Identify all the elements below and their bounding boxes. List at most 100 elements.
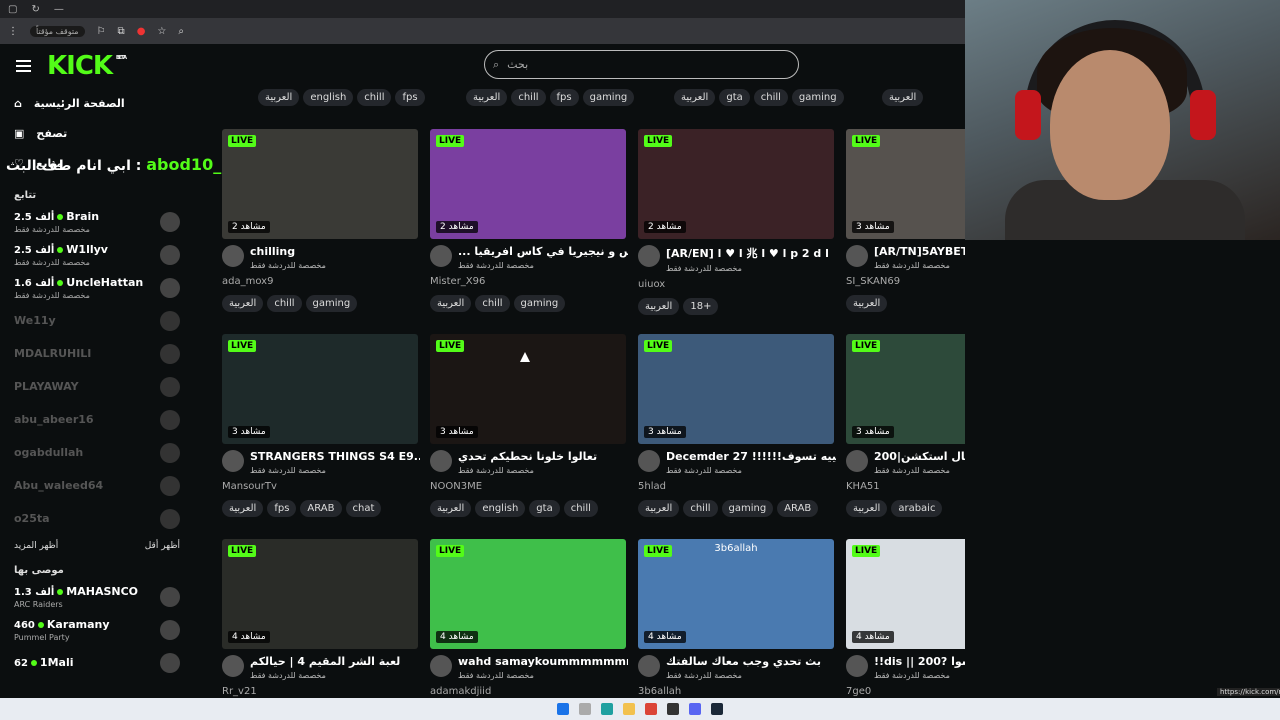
channel-name[interactable]: 7ge0 bbox=[846, 686, 965, 697]
show-more-link[interactable]: أظهر المزيد bbox=[14, 541, 58, 551]
tag[interactable]: العربية bbox=[674, 89, 716, 106]
back-icon[interactable]: ⋮ bbox=[8, 26, 18, 37]
stream-card[interactable]: LIVE 3 مشاهد Decemder 27 !!!!!!هيييييه تسو… bbox=[638, 334, 836, 517]
tag[interactable]: gaming bbox=[791, 89, 844, 106]
discord-icon[interactable] bbox=[689, 703, 701, 715]
tag[interactable]: gaming bbox=[305, 295, 358, 312]
tag[interactable]: gaming bbox=[721, 500, 774, 517]
stream-title[interactable]: [AR/EN] l ♥ l 兆 l ♥ l p 2 d l bbox=[666, 245, 829, 261]
record-icon[interactable]: ● bbox=[137, 26, 146, 37]
channel-name[interactable]: 5hlad bbox=[638, 481, 834, 492]
recommended-channel-item[interactable]: 1.3 ألف MAHASNCO ARC Raiders bbox=[0, 580, 200, 613]
channel-name[interactable]: NOON3ME bbox=[430, 481, 626, 492]
stream-category[interactable]: مخصصة للدردشة فقط bbox=[250, 466, 420, 475]
nav-home[interactable]: ⌂ الصفحة الرئيسية bbox=[0, 88, 200, 118]
channel-name[interactable]: Mister_X96 bbox=[430, 276, 626, 287]
tag[interactable]: chill bbox=[563, 500, 598, 517]
following-channel-item[interactable]: 2.5 ألف W1llyv مخصصة للدردشة فقط bbox=[0, 238, 200, 271]
channel-avatar[interactable] bbox=[638, 450, 660, 472]
following-channel-item[interactable]: o25ta bbox=[0, 502, 200, 535]
channel-name[interactable]: 3b6allah bbox=[638, 686, 834, 697]
kick-logo[interactable]: KICK BETA bbox=[47, 51, 127, 81]
stream-card[interactable]: LIVE 3 مشاهد المهم تعال استكشن|200 مخصصة لل… bbox=[846, 334, 965, 517]
stream-category[interactable]: مخصصة للدردشة فقط bbox=[874, 671, 965, 680]
tag[interactable]: العربية bbox=[638, 500, 680, 517]
channel-avatar[interactable] bbox=[430, 245, 452, 267]
tag[interactable]: chill bbox=[683, 500, 718, 517]
stream-thumbnail[interactable]: LIVE 3 مشاهد bbox=[846, 129, 965, 239]
minimize-icon[interactable]: — bbox=[54, 4, 64, 15]
channel-avatar[interactable] bbox=[222, 655, 244, 677]
stream-thumbnail[interactable]: LIVE 2 مشاهد bbox=[222, 129, 418, 239]
tag[interactable]: 18+ bbox=[683, 298, 719, 315]
channel-name[interactable]: KHA51 bbox=[846, 481, 965, 492]
stream-category[interactable]: مخصصة للدردشة فقط bbox=[666, 466, 836, 475]
chrome-icon[interactable] bbox=[645, 703, 657, 715]
stream-thumbnail[interactable]: LIVE 3 مشاهد bbox=[430, 334, 626, 444]
stream-title[interactable]: تعالوا خلونا نحطيكم تحدي bbox=[458, 450, 597, 463]
stream-category[interactable]: مخصصة للدردشة فقط bbox=[250, 261, 326, 270]
stream-category[interactable]: مخصصة للدردشة فقط bbox=[874, 466, 965, 475]
stream-title[interactable]: بث تحدي وجب معاك سالفتك bbox=[666, 655, 821, 668]
tag[interactable]: العربية bbox=[846, 295, 888, 312]
channel-avatar[interactable] bbox=[430, 450, 452, 472]
stream-category[interactable]: مخصصة للدردشة فقط bbox=[458, 671, 628, 680]
channel-name[interactable]: Rr_v21 bbox=[222, 686, 418, 697]
stream-category[interactable]: مخصصة للدردشة فقط bbox=[458, 261, 628, 270]
stream-category[interactable]: مخصصة للدردشة فقط bbox=[666, 264, 829, 273]
channel-avatar[interactable] bbox=[222, 245, 244, 267]
stream-title[interactable]: المهم تعال استكشن|200 bbox=[874, 450, 965, 463]
tag[interactable]: gaming bbox=[582, 89, 635, 106]
stream-card[interactable]: LIVE 2 مشاهد ... ماتش تونس و نيجيريا في كا… bbox=[430, 129, 628, 312]
following-channel-item[interactable]: ogabdullah bbox=[0, 436, 200, 469]
tag[interactable]: english bbox=[303, 89, 354, 106]
channel-avatar[interactable] bbox=[638, 655, 660, 677]
stream-category[interactable]: مخصصة للدردشة فقط bbox=[874, 261, 965, 270]
tag[interactable]: chill bbox=[357, 89, 392, 106]
tag[interactable]: العربية bbox=[846, 500, 888, 517]
stream-thumbnail[interactable]: LIVE 4 مشاهد bbox=[222, 539, 418, 649]
channel-avatar[interactable] bbox=[846, 655, 868, 677]
following-channel-item[interactable]: Abu_waleed64 bbox=[0, 469, 200, 502]
menu-icon[interactable] bbox=[16, 60, 31, 72]
stream-thumbnail[interactable]: LIVE 3 مشاهد bbox=[846, 334, 965, 444]
extension-icon[interactable]: ⚐ bbox=[97, 26, 106, 37]
following-channel-item[interactable]: PLAYAWAY bbox=[0, 370, 200, 403]
search-icon[interactable] bbox=[579, 703, 591, 715]
following-channel-item[interactable]: We11y bbox=[0, 304, 200, 337]
stream-category[interactable]: مخصصة للدردشة فقط bbox=[458, 466, 597, 475]
start-icon[interactable] bbox=[557, 703, 569, 715]
stream-thumbnail[interactable]: LIVE 3 مشاهد bbox=[222, 334, 418, 444]
tag[interactable]: english bbox=[475, 500, 526, 517]
tag[interactable]: gaming bbox=[513, 295, 566, 312]
search-input[interactable]: ⌕ بحث bbox=[484, 50, 799, 79]
stream-card[interactable]: LIVE 4 مشاهد لعبة الشر المقيم 4 | حيالكم مخ… bbox=[222, 539, 418, 697]
tag[interactable]: chill bbox=[475, 295, 510, 312]
tag[interactable]: chill bbox=[753, 89, 788, 106]
recommended-channel-item[interactable]: 460 Karamany Pummel Party bbox=[0, 613, 200, 646]
stream-title[interactable]: [AR/TN]5AYBET AMAL S8IRA bbox=[874, 245, 965, 258]
tag[interactable]: ARAB bbox=[777, 500, 819, 517]
stream-thumbnail[interactable]: LIVE 2 مشاهد bbox=[638, 129, 834, 239]
tag[interactable]: ARAB bbox=[300, 500, 342, 517]
stream-thumbnail[interactable]: LIVE 3 مشاهد bbox=[638, 334, 834, 444]
stream-card[interactable]: LIVE 4 مشاهد !!dis || 200? تابع سوا مخصصة ل… bbox=[846, 539, 965, 697]
following-channel-item[interactable]: MDALRUHILI bbox=[0, 337, 200, 370]
stream-card[interactable]: LIVE 4 مشاهد wahd samaykoummmmmmm مخصصة للد… bbox=[430, 539, 628, 697]
following-channel-item[interactable]: abu_abeer16 bbox=[0, 403, 200, 436]
tag[interactable]: fps bbox=[267, 500, 297, 517]
following-channel-item[interactable]: 1.6 ألف UncleHattan مخصصة للدردشة فقط bbox=[0, 271, 200, 304]
recommended-channel-item[interactable]: 62 1Mali bbox=[0, 646, 200, 679]
tag[interactable]: العربية bbox=[882, 89, 924, 106]
tag[interactable]: العربية bbox=[430, 295, 472, 312]
channel-avatar[interactable] bbox=[846, 245, 868, 267]
window-icon[interactable]: ▢ bbox=[8, 4, 17, 15]
steam-icon[interactable] bbox=[711, 703, 723, 715]
tag[interactable]: chat bbox=[345, 500, 382, 517]
stream-category[interactable]: مخصصة للدردشة فقط bbox=[666, 671, 821, 680]
channel-name[interactable]: SI_SKAN69 bbox=[846, 276, 965, 287]
stream-card[interactable]: LIVE 2 مشاهد chilling مخصصة للدردشة فقط ada_… bbox=[222, 129, 418, 312]
stream-card[interactable]: LIVE 3 مشاهد STRANGERS THINGS S4 E9... مخصص… bbox=[222, 334, 420, 517]
stream-title[interactable]: ... ماتش تونس و نيجيريا في كاس افريقيا bbox=[458, 245, 628, 258]
channel-name[interactable]: uiuox bbox=[638, 279, 834, 290]
